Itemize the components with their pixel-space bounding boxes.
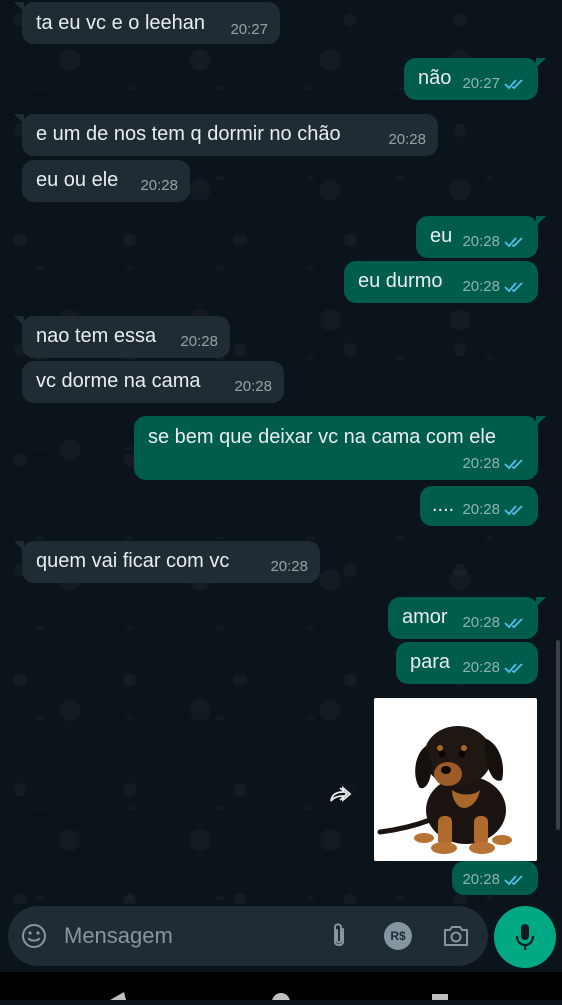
attach-button[interactable]	[324, 921, 354, 951]
read-ticks-icon	[504, 78, 523, 89]
attach-icon	[334, 923, 344, 946]
message-meta: 20:28	[270, 558, 308, 575]
forward-icon	[330, 786, 352, 802]
read-ticks-icon	[504, 617, 523, 628]
message-meta: 20:28	[462, 233, 526, 250]
message-meta: 20:28	[234, 378, 272, 395]
message-meta: 20:28	[140, 177, 178, 194]
message-time: 20:28	[270, 558, 308, 575]
message-input[interactable]: Mensagem	[64, 923, 173, 949]
message-bubble[interactable]: ta eu vc e o leehan 20:27	[14, 2, 280, 44]
message-meta: 20:27	[230, 21, 268, 38]
message-text: ta eu vc e o leehan	[36, 12, 206, 34]
message-time: 20:28	[462, 455, 500, 472]
chat-area[interactable]: ta eu vc e o leehan 20:27 não 20:27 e um…	[0, 0, 562, 904]
message-time: 20:28	[388, 131, 426, 148]
message-text: não	[418, 67, 452, 89]
image-message[interactable]	[374, 698, 537, 861]
message-meta: 20:28	[462, 614, 526, 631]
read-ticks-icon	[504, 458, 523, 469]
mic-icon	[515, 924, 535, 950]
emoji-button[interactable]	[20, 922, 48, 950]
message-composer[interactable]: Mensagem R$	[8, 906, 488, 966]
message-time: 20:28	[234, 378, 272, 395]
message-meta: 20:27	[462, 75, 526, 92]
message-text: e um de nos tem q dormir no chão	[36, 123, 341, 145]
camera-button[interactable]	[440, 921, 472, 951]
message-meta: 20:28	[462, 278, 526, 295]
back-icon[interactable]	[110, 992, 126, 1000]
message-time: 20:28	[462, 501, 500, 518]
message-bubble[interactable]: nao tem essa 20:28	[14, 316, 230, 358]
nav-buttons	[110, 992, 448, 1005]
home-icon[interactable]	[272, 993, 290, 1005]
message-text: nao tem essa	[36, 325, 157, 347]
payment-button[interactable]: R$	[384, 922, 412, 950]
message-text: eu durmo	[358, 270, 443, 292]
emoji-icon	[22, 924, 46, 948]
system-nav-bar	[0, 972, 562, 1005]
read-ticks-icon	[504, 504, 523, 515]
scrollbar[interactable]	[556, 640, 560, 830]
recents-icon[interactable]	[432, 994, 448, 1002]
message-meta: 20:28	[462, 501, 526, 518]
message-text: para	[410, 651, 451, 673]
message-bubble[interactable]: e um de nos tem q dormir no chão 20:28	[14, 114, 438, 156]
message-time: 20:28	[462, 278, 500, 295]
message-bubble[interactable]: eu durmo 20:28	[344, 261, 538, 303]
message-time: 20:28	[462, 614, 500, 631]
message-time: 20:28	[180, 333, 218, 350]
message-time: 20:28	[140, 177, 178, 194]
message-text: vc dorme na cama	[36, 370, 201, 392]
puppy-image	[374, 698, 537, 861]
message-bubble[interactable]: não 20:27	[404, 58, 546, 100]
message-bubble[interactable]: quem vai ficar com vc 20:28	[14, 541, 320, 583]
mic-button[interactable]	[494, 906, 556, 968]
message-bubble[interactable]: se bem que deixar vc na cama com ele 20:…	[134, 416, 546, 480]
message-bubble[interactable]: eu 20:28	[416, 216, 546, 258]
message-bubble[interactable]: vc dorme na cama 20:28	[22, 361, 284, 403]
read-ticks-icon	[504, 236, 523, 247]
message-text: amor	[402, 606, 448, 628]
message-text: se bem que deixar vc na cama com ele	[148, 426, 496, 448]
message-text: ....	[432, 494, 455, 516]
message-meta: 20:28	[462, 871, 526, 888]
message-text: eu ou ele	[36, 169, 119, 191]
message-time: 20:28	[462, 659, 500, 676]
image-meta-bubble: 20:28	[452, 861, 538, 895]
read-ticks-icon	[504, 281, 523, 292]
message-bubble[interactable]: amor 20:28	[388, 597, 546, 639]
message-meta: 20:28	[388, 131, 426, 148]
payment-icon: R$	[390, 929, 406, 943]
read-ticks-icon	[504, 874, 523, 885]
message-time: 20:27	[462, 75, 500, 92]
message-bubble[interactable]: para 20:28	[396, 642, 538, 684]
message-time: 20:27	[230, 21, 268, 38]
forward-button[interactable]	[322, 776, 360, 814]
message-bubble[interactable]: eu ou ele 20:28	[22, 160, 190, 202]
message-bubble[interactable]: .... 20:28	[420, 486, 538, 526]
message-text: eu	[430, 225, 453, 247]
message-meta: 20:28	[180, 333, 218, 350]
message-time: 20:28	[462, 233, 500, 250]
message-text: quem vai ficar com vc	[36, 550, 230, 572]
message-meta: 20:28	[462, 455, 526, 472]
camera-icon	[444, 926, 468, 946]
message-meta: 20:28	[462, 659, 526, 676]
message-time: 20:28	[462, 871, 500, 888]
read-ticks-icon	[504, 662, 523, 673]
